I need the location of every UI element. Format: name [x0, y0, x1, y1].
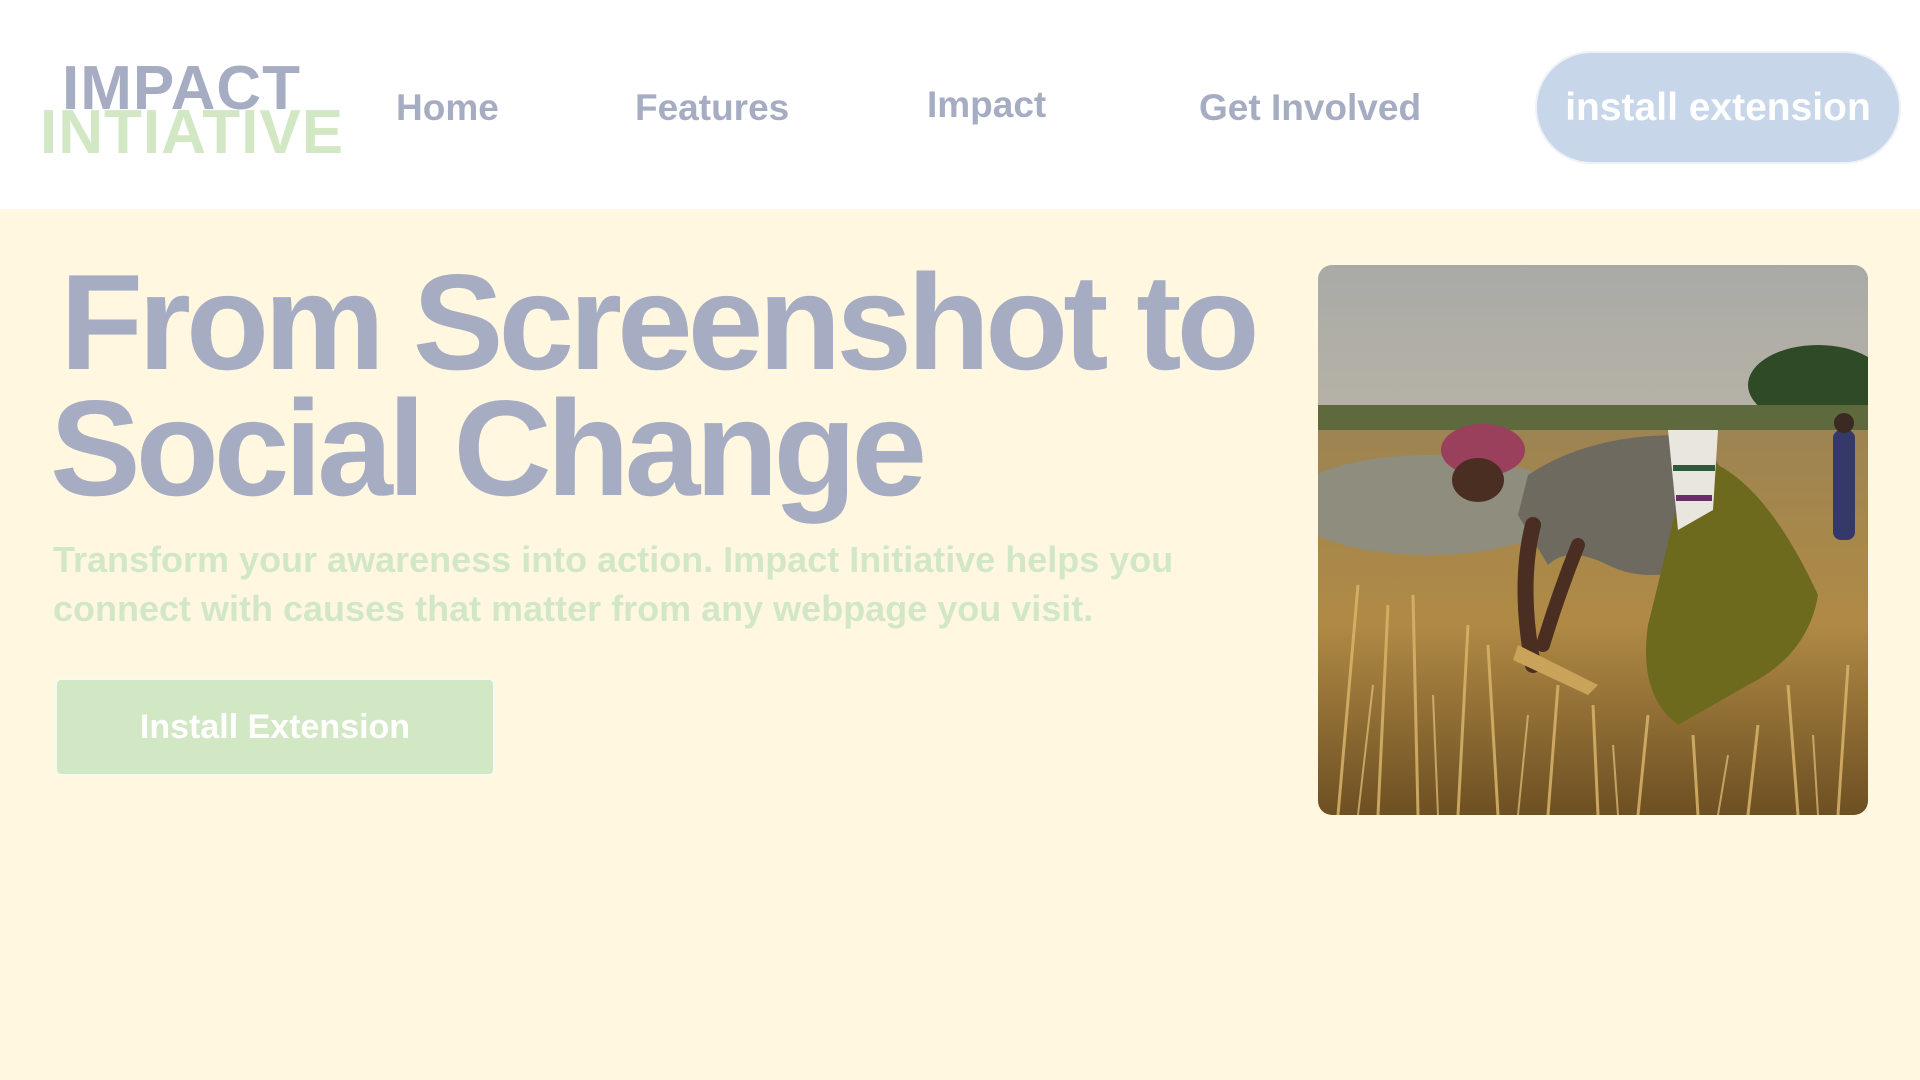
hero-section: From Screenshot to Social Change Transfo… [0, 209, 1920, 1080]
nav-link-features[interactable]: Features [635, 86, 789, 130]
hero-subtitle: Transform your awareness into action. Im… [53, 539, 1174, 629]
hero-title: From Screenshot to Social Change [50, 246, 1310, 524]
brand-logo-line2: INTIATIVE [40, 98, 345, 167]
install-extension-nav-button[interactable]: install extension [1535, 51, 1901, 164]
nav-link-impact[interactable]: Impact [927, 83, 1046, 127]
install-extension-button[interactable]: Install Extension [55, 678, 495, 776]
site-header: IMPACT INTIATIVE Home Features Impact Ge… [0, 0, 1920, 209]
nav-link-home[interactable]: Home [396, 86, 499, 130]
hero-title-line1: From Screenshot to [60, 246, 1260, 398]
hero-image [1318, 265, 1868, 815]
photo-farmer-harvesting-wheat-icon [1318, 265, 1868, 815]
brand-logo[interactable]: IMPACT INTIATIVE [40, 58, 343, 168]
hero-title-line2: Social Change [50, 372, 927, 524]
nav-link-get-involved[interactable]: Get Involved [1199, 86, 1421, 130]
